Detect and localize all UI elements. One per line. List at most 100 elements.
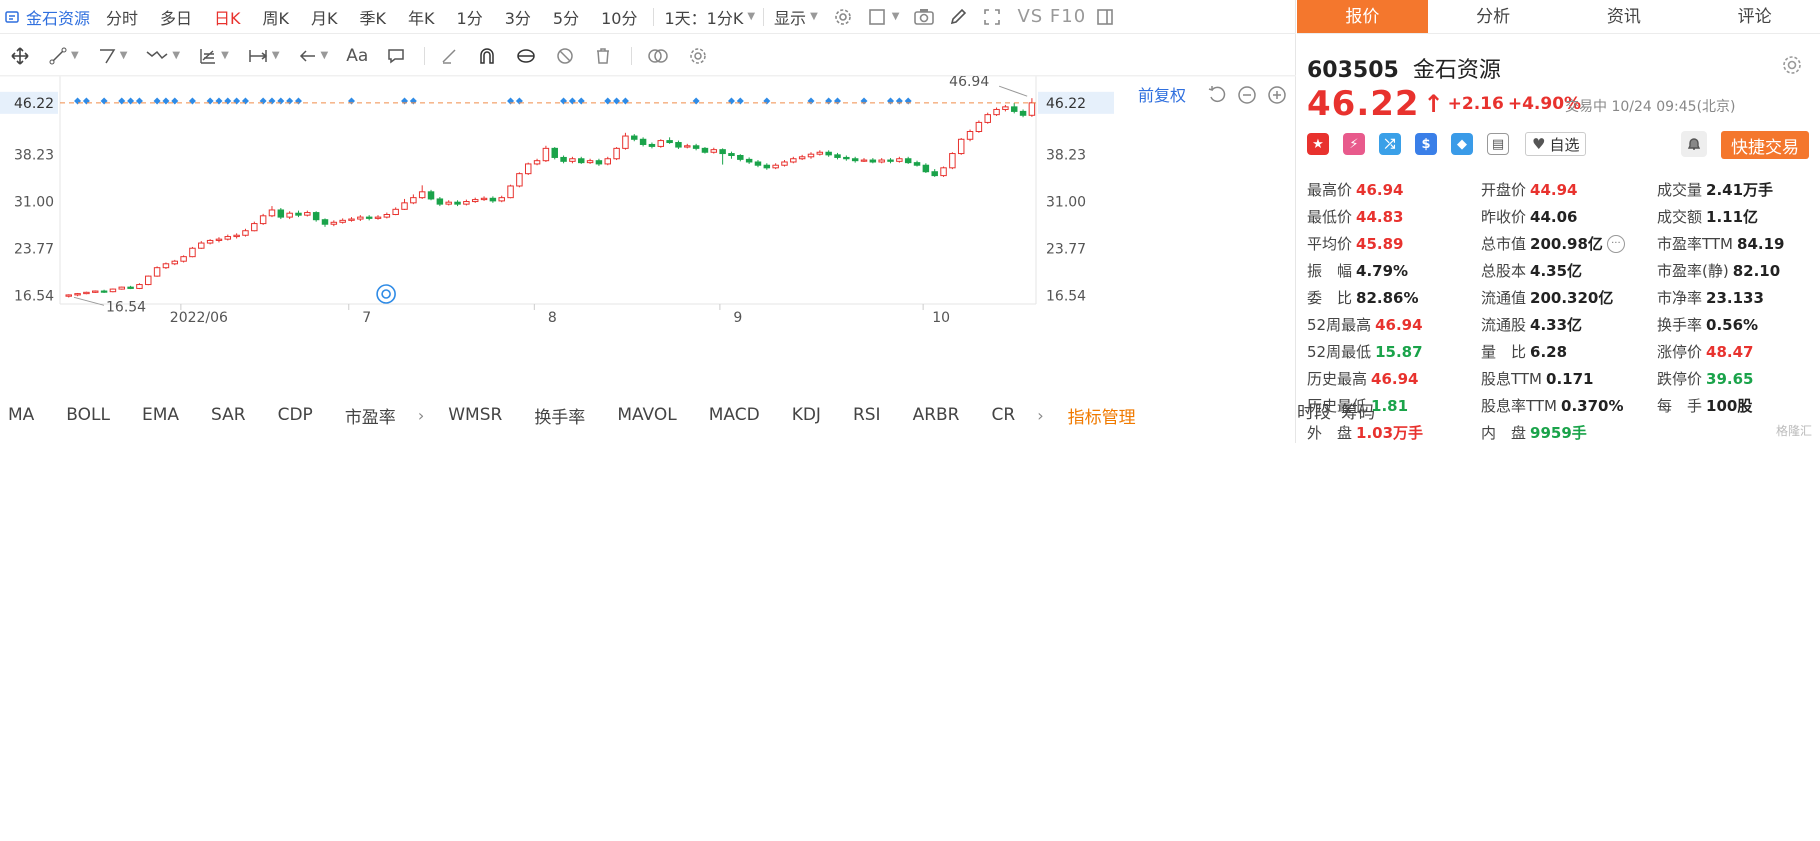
- pencil-icon[interactable]: [947, 6, 969, 28]
- period-tab[interactable]: 年K: [408, 5, 435, 29]
- period-tab[interactable]: 3分: [505, 5, 531, 29]
- indicator-tab[interactable]: MAVOL: [617, 405, 676, 425]
- low-marker-label: 16.54: [106, 299, 146, 315]
- indicator-tab[interactable]: MA: [8, 405, 34, 425]
- divider: [653, 7, 655, 26]
- candle-body: [745, 158, 753, 163]
- candle-body: [533, 160, 541, 165]
- stat-cell: 流通值 200.320亿: [1481, 287, 1657, 308]
- indicator-tab[interactable]: CR: [992, 405, 1016, 425]
- fibonacci-tool-icon[interactable]: ▼: [198, 46, 229, 66]
- signal-diamond-icon: [727, 97, 735, 105]
- session-tab[interactable]: 时段: [1297, 398, 1331, 841]
- line-tool-icon[interactable]: ▼: [48, 46, 79, 66]
- move-crosshair-icon[interactable]: [10, 46, 30, 66]
- drawing-settings-icon[interactable]: [688, 46, 708, 66]
- camera-icon[interactable]: [913, 6, 935, 28]
- stock-name-link[interactable]: 金石资源: [26, 5, 90, 29]
- tab-quote[interactable]: 报价: [1297, 0, 1428, 33]
- stock-list-icon[interactable]: [4, 9, 20, 25]
- connect-icon[interactable]: ⤮: [1379, 133, 1401, 155]
- candle-body: [860, 159, 868, 162]
- panel-toggle-icon[interactable]: [1094, 6, 1116, 28]
- vs-f10-button[interactable]: VS F10: [1017, 6, 1086, 27]
- eraser-line-icon[interactable]: [439, 46, 459, 66]
- margin-trading-icon[interactable]: ⚡: [1343, 133, 1365, 155]
- stat-value: 4.33亿: [1530, 316, 1583, 334]
- period-tab-active[interactable]: 日K: [214, 5, 241, 29]
- indicator-tab[interactable]: CDP: [278, 405, 313, 425]
- indicator-tab[interactable]: WMSR: [448, 405, 502, 425]
- candle-body: [595, 160, 603, 165]
- drawing-toolbar: ▼ ▼ ▼ ▼ ▼ ▼ Aa: [0, 36, 1296, 76]
- more-icon[interactable]: ···: [1606, 234, 1625, 253]
- indicator-tab[interactable]: SAR: [211, 405, 246, 425]
- candle-body: [578, 158, 585, 164]
- gear-icon[interactable]: [1781, 54, 1803, 76]
- period-tab[interactable]: 10分: [601, 5, 637, 29]
- indicator-manage-button[interactable]: 指标管理: [1068, 403, 1136, 428]
- candle-body: [675, 142, 682, 148]
- bell-icon[interactable]: [1681, 131, 1707, 157]
- period-tab[interactable]: 分时: [106, 5, 138, 29]
- lock-icon[interactable]: [515, 46, 537, 66]
- magnet-icon[interactable]: [477, 46, 497, 66]
- candlestick-chart[interactable]: 2022/06 7 8 9 10 38.23 38.23 31.00 31.00 23.77 23.…: [0, 76, 1296, 398]
- settings-gear-icon[interactable]: [832, 6, 854, 28]
- period-tab[interactable]: 季K: [360, 5, 387, 29]
- indicator-tab[interactable]: 市盈率: [345, 403, 396, 428]
- measure-tool-icon[interactable]: ▼: [247, 46, 280, 66]
- divider: [424, 46, 426, 65]
- signal-diamond-icon: [507, 97, 515, 105]
- chevron-down-icon[interactable]: ▼: [888, 11, 900, 22]
- candle-body: [65, 294, 72, 297]
- stat-value: 0.370%: [1561, 396, 1624, 415]
- candle-body: [136, 284, 143, 289]
- indicator-tab[interactable]: ARBR: [913, 405, 960, 425]
- candle-body: [622, 135, 629, 149]
- quick-trade-button[interactable]: 快捷交易: [1721, 131, 1809, 159]
- fullscreen-icon[interactable]: [981, 6, 1003, 28]
- candle-body: [180, 256, 187, 262]
- interval-select[interactable]: 1天：1分K ▼: [664, 5, 755, 29]
- hide-icon[interactable]: [555, 46, 575, 66]
- indicator-tab[interactable]: MACD: [709, 405, 760, 425]
- compare-circles-icon[interactable]: [646, 46, 670, 66]
- period-tab[interactable]: 5分: [553, 5, 579, 29]
- display-menu[interactable]: 显示 ▼: [774, 5, 818, 29]
- chevron-right-icon[interactable]: ›: [418, 406, 424, 425]
- indicator-tab[interactable]: EMA: [142, 405, 179, 425]
- stat-label: 涨停价: [1657, 343, 1703, 361]
- tab-analysis[interactable]: 分析: [1428, 0, 1559, 33]
- tab-comments[interactable]: 评论: [1689, 0, 1820, 33]
- text-tool[interactable]: Aa: [346, 46, 368, 66]
- period-tab[interactable]: 周K: [263, 5, 290, 29]
- candle-body: [153, 267, 161, 277]
- bookmark-icon[interactable]: ▤: [1487, 133, 1509, 155]
- chips-tab[interactable]: 筹码: [1341, 398, 1375, 841]
- chevron-right-icon[interactable]: ›: [1037, 406, 1043, 425]
- indicator-tab[interactable]: BOLL: [66, 405, 110, 425]
- signal-diamond-icon: [348, 97, 356, 105]
- polyline-tool-icon[interactable]: ▼: [97, 46, 127, 66]
- candle-body: [666, 140, 673, 144]
- indicator-tab[interactable]: KDJ: [792, 405, 821, 425]
- candle-body: [383, 214, 391, 218]
- wave-tool-icon[interactable]: ▼: [145, 46, 180, 66]
- y-tick-label: 23.77: [14, 241, 54, 257]
- arrow-tool-icon[interactable]: ▼: [298, 46, 328, 66]
- indicator-tab[interactable]: RSI: [853, 405, 881, 425]
- color-square-icon[interactable]: [866, 6, 888, 28]
- candle-body: [728, 153, 735, 156]
- comment-tool-icon[interactable]: [386, 46, 406, 66]
- period-tab[interactable]: 多日: [160, 5, 192, 29]
- dollar-icon[interactable]: $: [1415, 133, 1437, 155]
- tab-news[interactable]: 资讯: [1559, 0, 1690, 33]
- indicator-tab[interactable]: 换手率: [534, 403, 585, 428]
- period-tab[interactable]: 1分: [457, 5, 483, 29]
- period-tab[interactable]: 月K: [311, 5, 338, 29]
- stat-cell: 总股本 4.35亿: [1481, 260, 1657, 281]
- add-watchlist-button[interactable]: ♥ 自选: [1525, 132, 1587, 156]
- trash-icon[interactable]: [593, 46, 613, 66]
- tag-icon[interactable]: ◆: [1451, 133, 1473, 155]
